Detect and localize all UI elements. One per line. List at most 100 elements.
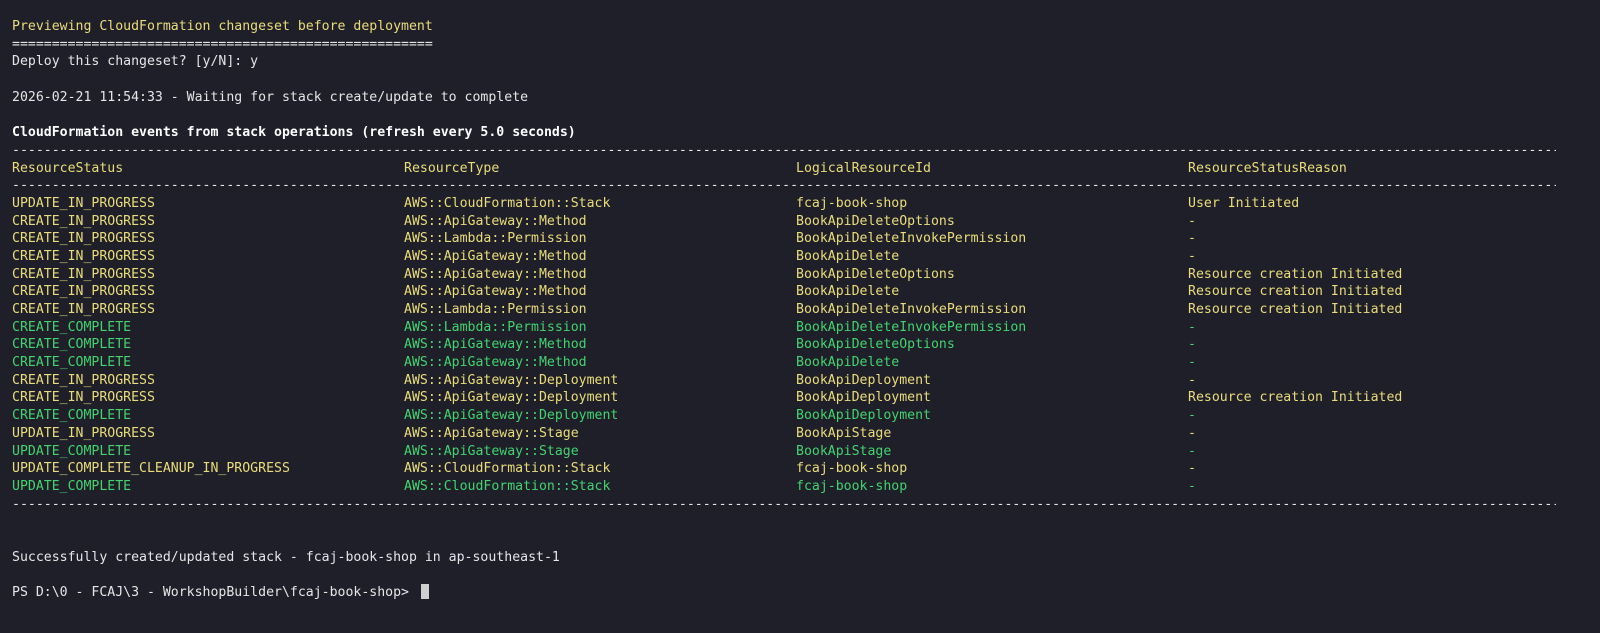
- table-row: CREATE_IN_PROGRESS AWS::ApiGateway::Metho…: [12, 248, 1588, 266]
- cell-resource-type: AWS::CloudFormation::Stack: [404, 195, 611, 211]
- cell-resource-type: AWS::ApiGateway::Method: [404, 248, 587, 264]
- table-row: UPDATE_COMPLETE_CLEANUP_IN_PROGRESS AWS::…: [12, 460, 1588, 478]
- table-row: UPDATE_IN_PROGRESS AWS::ApiGateway::Stage…: [12, 425, 1588, 443]
- table-header-rule: ----------------------------------------…: [12, 178, 1556, 194]
- preview-underline: ========================================…: [12, 36, 433, 52]
- cell-logical-resource-id: BookApiDeleteOptions: [796, 337, 955, 353]
- cell-resource-status-reason: Resource creation Initiated: [1188, 390, 1403, 406]
- table-row: CREATE_IN_PROGRESS AWS::ApiGateway::Metho…: [12, 283, 1588, 301]
- success-message: Successfully created/updated stack - fca…: [12, 549, 560, 565]
- cell-resource-status-reason: -: [1188, 461, 1196, 477]
- events-table-body: UPDATE_IN_PROGRESSAWS::CloudFormation::S…: [12, 195, 1588, 496]
- shell-prompt: PS D:\0 - FCAJ\3 - WorkshopBuilder\fcaj-…: [12, 585, 417, 600]
- shell-prompt-line[interactable]: PS D:\0 - FCAJ\3 - WorkshopBuilder\fcaj-…: [12, 584, 1588, 602]
- cell-logical-resource-id: BookApiDelete: [796, 355, 900, 371]
- cell-resource-status: CREATE_IN_PROGRESS: [12, 213, 155, 229]
- cell-logical-resource-id: BookApiDeployment: [796, 390, 931, 406]
- waiting-message: 2026-02-21 11:54:33 - Waiting for stack …: [12, 89, 529, 105]
- cell-resource-status: CREATE_IN_PROGRESS: [12, 248, 155, 264]
- deploy-prompt: Deploy this changeset? [y/N]: y: [12, 54, 259, 70]
- text-cursor[interactable]: [420, 584, 429, 599]
- table-row: CREATE_IN_PROGRESS AWS::ApiGateway::Deplo…: [12, 389, 1588, 407]
- cell-logical-resource-id: BookApiDelete: [796, 248, 900, 264]
- cell-resource-status-reason: -: [1188, 372, 1196, 388]
- cell-resource-status: UPDATE_COMPLETE_CLEANUP_IN_PROGRESS: [12, 461, 290, 477]
- cell-resource-status: CREATE_COMPLETE: [12, 337, 132, 353]
- cell-resource-type: AWS::ApiGateway::Method: [404, 337, 587, 353]
- cell-resource-type: AWS::ApiGateway::Method: [404, 266, 587, 282]
- cell-logical-resource-id: BookApiDeleteOptions: [796, 266, 955, 282]
- cell-resource-type: AWS::ApiGateway::Method: [404, 284, 587, 300]
- cell-resource-type: AWS::CloudFormation::Stack: [404, 478, 611, 494]
- cell-logical-resource-id: BookApiStage: [796, 425, 892, 441]
- cell-resource-status-reason: -: [1188, 408, 1196, 424]
- header-resource-status: ResourceStatus: [12, 160, 124, 176]
- cell-resource-type: AWS::Lambda::Permission: [404, 302, 587, 317]
- cell-resource-status-reason: -: [1188, 337, 1196, 353]
- table-top-rule: ----------------------------------------…: [12, 142, 1556, 158]
- table-row: CREATE_COMPLETE AWS::ApiGateway::Method Bo…: [12, 354, 1588, 372]
- cell-logical-resource-id: fcaj-book-shop: [796, 478, 908, 494]
- cell-resource-status: CREATE_IN_PROGRESS: [12, 372, 155, 388]
- table-row: UPDATE_IN_PROGRESS AWS::CloudFormation::S…: [12, 195, 1588, 213]
- cell-resource-status: CREATE_IN_PROGRESS: [12, 302, 155, 317]
- table-row: CREATE_IN_PROGRESS AWS::ApiGateway::Metho…: [12, 213, 1588, 231]
- cell-resource-type: AWS::ApiGateway::Deployment: [404, 408, 619, 424]
- cell-resource-status: UPDATE_IN_PROGRESS: [12, 425, 155, 441]
- cell-resource-type: AWS::ApiGateway::Deployment: [404, 390, 619, 406]
- cell-resource-status-reason: Resource creation Initiated: [1188, 284, 1403, 300]
- cell-resource-type: AWS::ApiGateway::Method: [404, 355, 587, 371]
- cell-logical-resource-id: BookApiDeleteOptions: [796, 213, 955, 229]
- cell-logical-resource-id: BookApiDeleteInvokePermission: [796, 302, 1027, 317]
- cell-logical-resource-id: fcaj-book-shop: [796, 195, 908, 211]
- cell-resource-status-reason: Resource creation Initiated: [1188, 302, 1403, 317]
- terminal-output: Previewing CloudFormation changeset befo…: [12, 18, 1588, 602]
- cell-resource-status-reason: -: [1188, 443, 1196, 459]
- cell-logical-resource-id: fcaj-book-shop: [796, 461, 908, 477]
- cell-logical-resource-id: BookApiDeleteInvokePermission: [796, 319, 1027, 335]
- cell-logical-resource-id: BookApiStage: [796, 443, 892, 459]
- table-bottom-rule: ----------------------------------------…: [12, 496, 1556, 512]
- table-row: UPDATE_COMPLETE AWS::ApiGateway::Stage Boo…: [12, 443, 1588, 461]
- events-title: CloudFormation events from stack operati…: [12, 125, 576, 141]
- cell-logical-resource-id: BookApiDeployment: [796, 372, 931, 388]
- cell-resource-type: AWS::Lambda::Permission: [404, 319, 587, 335]
- cell-resource-status: UPDATE_IN_PROGRESS: [12, 195, 155, 211]
- cell-resource-status: CREATE_COMPLETE: [12, 408, 132, 424]
- cell-resource-status-reason: -: [1188, 213, 1196, 229]
- cell-resource-status-reason: Resource creation Initiated: [1188, 266, 1403, 282]
- header-logical-resource-id: LogicalResourceId: [796, 160, 931, 176]
- cell-logical-resource-id: BookApiDelete: [796, 284, 900, 300]
- cell-resource-status: CREATE_COMPLETE: [12, 355, 132, 371]
- cell-resource-status-reason: -: [1188, 425, 1196, 441]
- cell-resource-status-reason: -: [1188, 248, 1196, 264]
- cell-resource-type: AWS::ApiGateway::Method: [404, 213, 587, 229]
- cell-resource-status-reason: User Initiated: [1188, 195, 1300, 211]
- cell-resource-status-reason: -: [1188, 231, 1196, 247]
- cell-logical-resource-id: BookApiDeleteInvokePermission: [796, 231, 1027, 247]
- cell-resource-status: CREATE_IN_PROGRESS: [12, 266, 155, 282]
- cell-resource-type: AWS::ApiGateway::Stage: [404, 425, 579, 441]
- cell-resource-status: CREATE_IN_PROGRESS: [12, 284, 155, 300]
- cell-resource-type: AWS::Lambda::Permission: [404, 231, 587, 247]
- table-header-row: ResourceStatus ResourceType LogicalResou…: [12, 160, 1588, 178]
- table-row: CREATE_IN_PROGRESS AWS::Lambda::Permissio…: [12, 230, 1588, 248]
- preview-title: Previewing CloudFormation changeset befo…: [12, 19, 433, 34]
- table-row: CREATE_COMPLETE AWS::Lambda::Permission Bo…: [12, 319, 1588, 337]
- table-row: CREATE_COMPLETE AWS::ApiGateway::Deployme…: [12, 407, 1588, 425]
- table-row: CREATE_IN_PROGRESS AWS::Lambda::Permissio…: [12, 301, 1588, 319]
- cell-resource-type: AWS::ApiGateway::Stage: [404, 443, 579, 459]
- cell-resource-type: AWS::CloudFormation::Stack: [404, 461, 611, 477]
- cell-logical-resource-id: BookApiDeployment: [796, 408, 931, 424]
- cell-resource-status: CREATE_IN_PROGRESS: [12, 231, 155, 247]
- cell-resource-type: AWS::ApiGateway::Deployment: [404, 372, 619, 388]
- cell-resource-status-reason: -: [1188, 478, 1196, 494]
- table-row: CREATE_COMPLETE AWS::ApiGateway::Method Bo…: [12, 336, 1588, 354]
- cell-resource-status: UPDATE_COMPLETE: [12, 443, 132, 459]
- cell-resource-status: CREATE_IN_PROGRESS: [12, 390, 155, 406]
- header-resource-type: ResourceType: [404, 160, 500, 176]
- cell-resource-status-reason: -: [1188, 319, 1196, 335]
- header-resource-status-reason: ResourceStatusReason: [1188, 160, 1347, 176]
- cell-resource-status: CREATE_COMPLETE: [12, 319, 132, 335]
- table-row: UPDATE_COMPLETE AWS::CloudFormation::Stac…: [12, 478, 1588, 496]
